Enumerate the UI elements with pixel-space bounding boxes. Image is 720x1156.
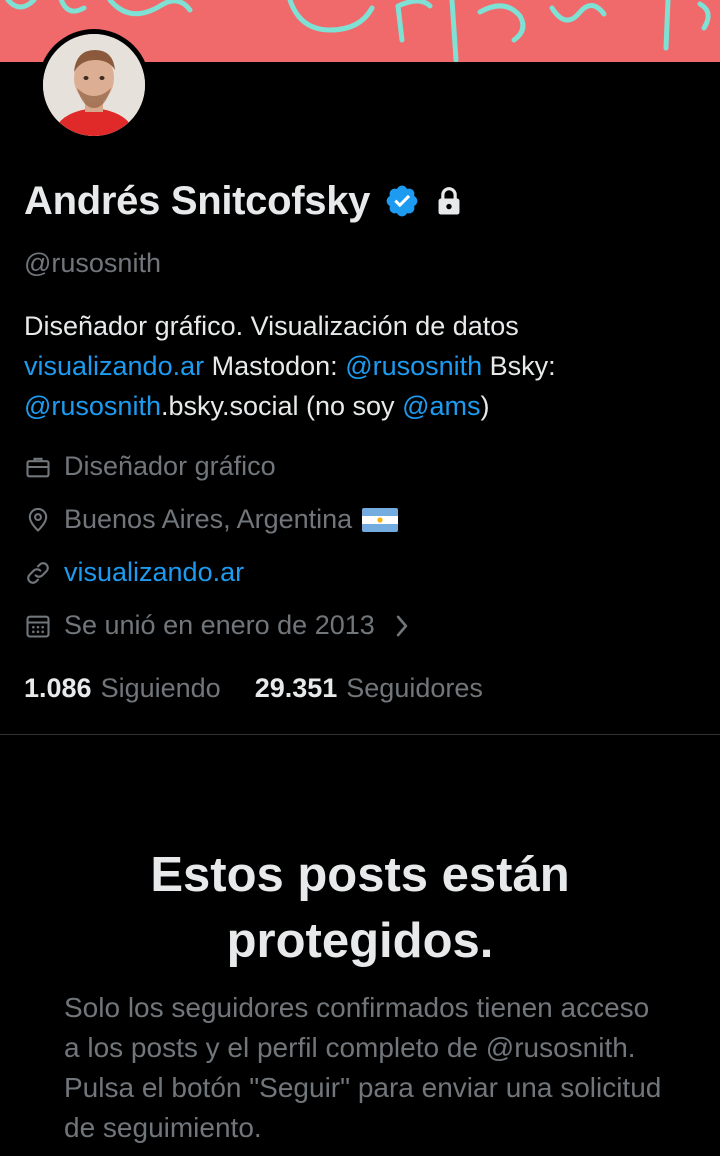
bio-mastodon-label: Mastodon: (204, 351, 346, 381)
verified-badge-icon[interactable] (384, 183, 420, 219)
following-count: 1.086 (24, 673, 92, 703)
briefcase-icon (24, 453, 52, 481)
link-icon (24, 559, 52, 587)
bio-closing: ) (480, 391, 490, 421)
profile-avatar[interactable] (38, 29, 150, 141)
profile-bio: Diseñador gráfico. Visualización de dato… (24, 306, 704, 426)
profile-handle: @rusosnith (24, 248, 161, 278)
location-pin-icon (24, 506, 52, 534)
followers-count: 29.351 (254, 673, 338, 703)
following-link[interactable]: 1.086 Siguiendo (24, 673, 221, 704)
profile-name: Andrés Snitcofsky (24, 178, 371, 223)
protected-title: Estos posts están protegidos. (150, 848, 570, 968)
bio-mastodon-mention[interactable]: @rusosnith (345, 351, 482, 381)
profile-website[interactable]: visualizando.ar (24, 557, 244, 588)
protected-text: Solo los seguidores confirmados tienen a… (64, 992, 662, 1143)
website-link[interactable]: visualizando.ar (64, 557, 244, 588)
bio-text: Diseñador gráfico. Visualización de dato… (24, 311, 519, 341)
joined-text: Se unió en enero de 2013 (64, 610, 375, 640)
avatar-photo (43, 34, 145, 136)
section-divider (0, 734, 720, 735)
chevron-right-icon[interactable] (393, 613, 411, 639)
location-text: Buenos Aires, Argentina (64, 504, 353, 534)
bio-bsky-label: Bsky: (482, 351, 556, 381)
profession-text: Diseñador gráfico (64, 451, 276, 481)
profile-name-row: Andrés Snitcofsky (24, 177, 464, 225)
followers-link[interactable]: 29.351 Seguidores (255, 673, 483, 704)
profile-stats: 1.086 Siguiendo 29.351 Seguidores (24, 673, 483, 704)
bio-bsky-mention[interactable]: @rusosnith (24, 391, 161, 421)
argentina-flag-icon (362, 507, 399, 532)
profile-location: Buenos Aires, Argentina (24, 504, 399, 535)
followers-label: Seguidores (346, 673, 483, 703)
profile-joined[interactable]: Se unió en enero de 2013 (24, 610, 411, 641)
bio-ams-mention[interactable]: @ams (402, 391, 480, 421)
calendar-icon (24, 612, 52, 640)
profile-profession: Diseñador gráfico (24, 451, 276, 482)
bio-site-link[interactable]: visualizando.ar (24, 351, 204, 381)
following-label: Siguiendo (100, 673, 221, 703)
bio-bsky-suffix: .bsky.social (no soy (160, 391, 403, 421)
lock-icon (434, 185, 464, 217)
